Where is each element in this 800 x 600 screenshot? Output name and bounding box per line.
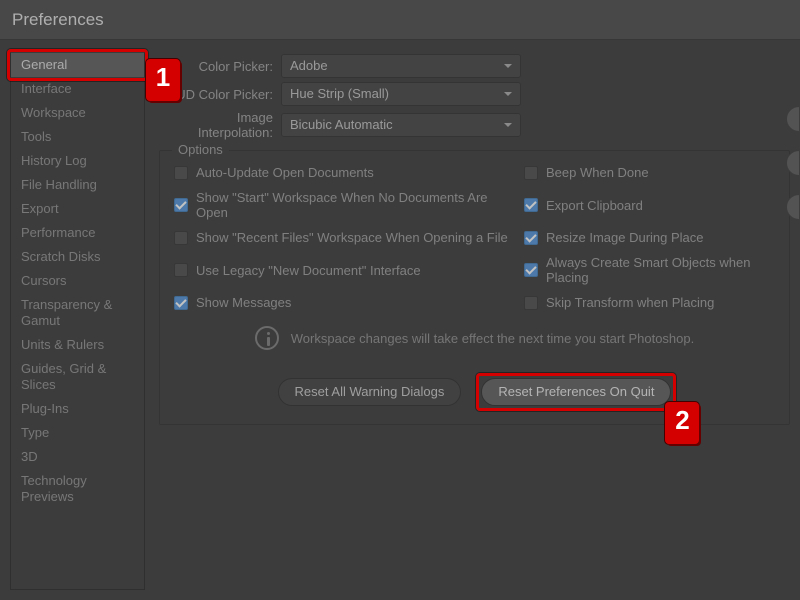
sidebar-item-3d[interactable]: 3D	[11, 445, 144, 469]
option-checkbox[interactable]: Resize Image During Place	[524, 230, 775, 245]
hud-color-picker-label: HUD Color Picker:	[159, 87, 281, 102]
sidebar-item-scratch-disks[interactable]: Scratch Disks	[11, 245, 144, 269]
option-checkbox[interactable]: Use Legacy "New Document" Interface	[174, 255, 514, 285]
checkbox-icon	[524, 198, 538, 212]
preferences-window: Preferences GeneralInterfaceWorkspaceToo…	[0, 0, 800, 600]
workspace-notice: Workspace changes will take effect the n…	[174, 326, 775, 350]
color-picker-label: Color Picker:	[159, 59, 281, 74]
sidebar-item-interface[interactable]: Interface	[11, 77, 144, 101]
checkbox-icon	[174, 231, 188, 245]
option-checkbox[interactable]: Show Messages	[174, 295, 514, 310]
option-label: Show "Recent Files" Workspace When Openi…	[196, 230, 508, 245]
option-label: Beep When Done	[546, 165, 649, 180]
option-checkbox[interactable]: Export Clipboard	[524, 190, 775, 220]
window-title: Preferences	[0, 0, 800, 40]
checkbox-icon	[174, 166, 188, 180]
option-label: Auto-Update Open Documents	[196, 165, 374, 180]
option-checkbox[interactable]: Show "Recent Files" Workspace When Openi…	[174, 230, 514, 245]
sidebar-item-type[interactable]: Type	[11, 421, 144, 445]
option-label: Resize Image During Place	[546, 230, 704, 245]
sidebar-item-units-rulers[interactable]: Units & Rulers	[11, 333, 144, 357]
color-picker-select[interactable]: Adobe	[281, 54, 521, 78]
image-interpolation-select[interactable]: Bicubic Automatic	[281, 113, 521, 137]
sidebar-item-workspace[interactable]: Workspace	[11, 101, 144, 125]
option-label: Always Create Smart Objects when Placing	[546, 255, 775, 285]
options-group: Options Auto-Update Open DocumentsBeep W…	[159, 150, 790, 425]
sidebar-item-performance[interactable]: Performance	[11, 221, 144, 245]
option-label: Show Messages	[196, 295, 291, 310]
category-sidebar: GeneralInterfaceWorkspaceToolsHistory Lo…	[10, 50, 145, 590]
option-checkbox[interactable]: Always Create Smart Objects when Placing	[524, 255, 775, 285]
checkbox-icon	[524, 166, 538, 180]
options-title: Options	[172, 142, 229, 157]
reset-warning-dialogs-button[interactable]: Reset All Warning Dialogs	[278, 378, 462, 406]
image-interpolation-label: Image Interpolation:	[159, 110, 281, 140]
option-label: Use Legacy "New Document" Interface	[196, 263, 421, 278]
checkbox-icon	[524, 231, 538, 245]
sidebar-item-technology-previews[interactable]: Technology Previews	[11, 469, 144, 509]
sidebar-item-history-log[interactable]: History Log	[11, 149, 144, 173]
checkbox-icon	[174, 296, 188, 310]
side-buttons-cutoff	[786, 106, 800, 220]
content-pane: Color Picker: Adobe HUD Color Picker: Hu…	[145, 50, 800, 590]
reset-preferences-on-quit-button[interactable]: Reset Preferences On Quit	[481, 378, 671, 406]
option-checkbox[interactable]: Beep When Done	[524, 165, 775, 180]
sidebar-item-export[interactable]: Export	[11, 197, 144, 221]
option-label: Skip Transform when Placing	[546, 295, 714, 310]
checkbox-icon	[174, 198, 188, 212]
option-label: Show "Start" Workspace When No Documents…	[196, 190, 514, 220]
option-checkbox[interactable]: Skip Transform when Placing	[524, 295, 775, 310]
checkbox-icon	[174, 263, 188, 277]
sidebar-item-plug-ins[interactable]: Plug-Ins	[11, 397, 144, 421]
hud-color-picker-select[interactable]: Hue Strip (Small)	[281, 82, 521, 106]
sidebar-item-transparency-gamut[interactable]: Transparency & Gamut	[11, 293, 144, 333]
option-checkbox[interactable]: Show "Start" Workspace When No Documents…	[174, 190, 514, 220]
checkbox-icon	[524, 263, 538, 277]
checkbox-icon	[524, 296, 538, 310]
option-label: Export Clipboard	[546, 198, 643, 213]
sidebar-item-file-handling[interactable]: File Handling	[11, 173, 144, 197]
workspace-notice-text: Workspace changes will take effect the n…	[291, 331, 694, 346]
sidebar-item-guides-grid-slices[interactable]: Guides, Grid & Slices	[11, 357, 144, 397]
info-icon	[255, 326, 279, 350]
sidebar-item-cursors[interactable]: Cursors	[11, 269, 144, 293]
option-checkbox[interactable]: Auto-Update Open Documents	[174, 165, 514, 180]
sidebar-item-tools[interactable]: Tools	[11, 125, 144, 149]
sidebar-item-general[interactable]: General	[11, 53, 144, 77]
